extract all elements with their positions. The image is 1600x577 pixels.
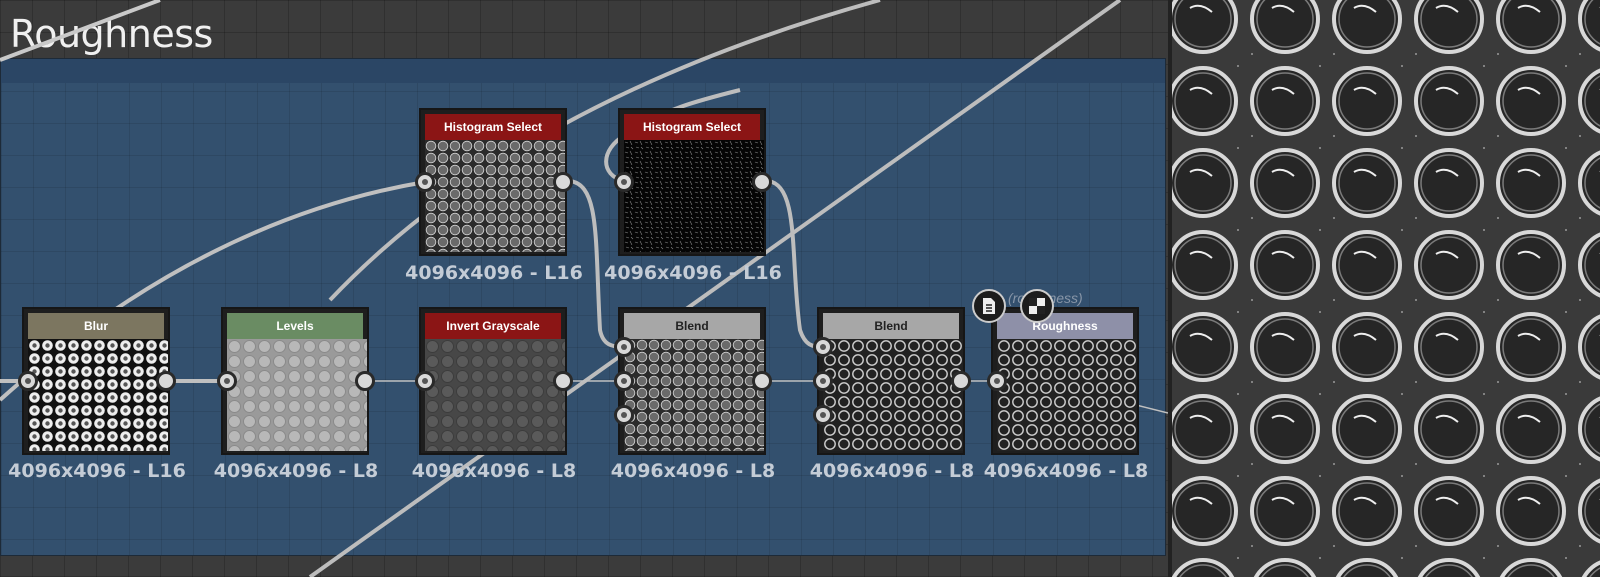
node-graph-canvas[interactable]: Roughness Histogram Select 4096x4096 - L… <box>0 0 1168 577</box>
node-resolution: 4096x4096 - L8 <box>411 460 577 482</box>
input-port[interactable] <box>415 172 435 192</box>
input-port[interactable] <box>987 371 1007 391</box>
output-port[interactable] <box>752 371 772 391</box>
node-blur[interactable]: Blur <box>22 307 170 455</box>
roughness-preview-image <box>1172 0 1600 577</box>
input-port[interactable] <box>415 371 435 391</box>
node-blend-2[interactable]: Blend <box>817 307 965 455</box>
node-resolution: 4096x4096 - L16 <box>8 460 186 482</box>
node-invert-grayscale[interactable]: Invert Grayscale <box>419 307 567 455</box>
node-blend-1[interactable]: Blend <box>618 307 766 455</box>
input-port-mask[interactable] <box>614 405 634 425</box>
node-title: Blend <box>823 313 959 339</box>
node-title: Histogram Select <box>425 114 561 140</box>
node-resolution: 4096x4096 - L8 <box>610 460 776 482</box>
input-port-mask[interactable] <box>813 405 833 425</box>
document-list-icon[interactable] <box>972 289 1006 323</box>
node-thumbnail <box>425 140 565 252</box>
node-title: Blend <box>624 313 760 339</box>
input-port-background[interactable] <box>614 371 634 391</box>
node-thumbnail <box>624 140 764 252</box>
output-port[interactable] <box>553 371 573 391</box>
node-thumbnail <box>227 339 367 451</box>
node-resolution: 4096x4096 - L16 <box>405 262 583 284</box>
checker-toggle-icon[interactable] <box>1020 289 1054 323</box>
node-thumbnail <box>823 339 963 451</box>
node-levels[interactable]: Levels <box>221 307 369 455</box>
frame-header[interactable] <box>1 59 1165 83</box>
node-thumbnail <box>997 339 1137 451</box>
frame-title: Roughness <box>10 12 213 56</box>
output-port[interactable] <box>553 172 573 192</box>
input-port-background[interactable] <box>813 371 833 391</box>
node-histogram-select-2[interactable]: Histogram Select <box>618 108 766 256</box>
node-histogram-select-1[interactable]: Histogram Select <box>419 108 567 256</box>
node-title: roughness <box>997 313 1133 339</box>
node-resolution: 4096x4096 - L8 <box>983 460 1149 482</box>
2d-preview-panel[interactable] <box>1172 0 1600 577</box>
output-port[interactable] <box>156 371 176 391</box>
input-port-foreground[interactable] <box>614 337 634 357</box>
output-port[interactable] <box>355 371 375 391</box>
input-port[interactable] <box>614 172 634 192</box>
node-resolution: 4096x4096 - L8 <box>213 460 379 482</box>
input-port[interactable] <box>18 371 38 391</box>
node-resolution: 4096x4096 - L16 <box>604 262 782 284</box>
node-title: Invert Grayscale <box>425 313 561 339</box>
node-title: Histogram Select <box>624 114 760 140</box>
node-title: Levels <box>227 313 363 339</box>
node-thumbnail <box>425 339 565 451</box>
node-thumbnail <box>624 339 764 451</box>
node-title: Blur <box>28 313 164 339</box>
output-port[interactable] <box>752 172 772 192</box>
output-port[interactable] <box>951 371 971 391</box>
node-resolution: 4096x4096 - L8 <box>809 460 975 482</box>
input-port[interactable] <box>217 371 237 391</box>
input-port-foreground[interactable] <box>813 337 833 357</box>
node-output-roughness[interactable]: roughness <box>991 307 1139 455</box>
node-thumbnail <box>28 339 168 451</box>
